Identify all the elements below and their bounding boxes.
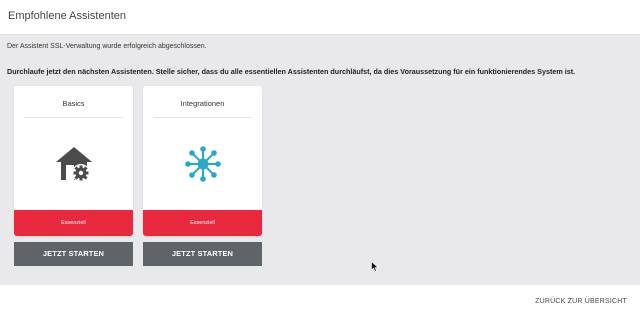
page-header: Empfohlene Assistenten (0, 0, 640, 35)
card-title: Basics (62, 99, 85, 108)
essential-badge: Essenziell (143, 210, 262, 236)
page-title: Empfohlene Assistenten (8, 10, 127, 22)
essential-badge: Essenziell (14, 210, 133, 236)
assistant-card-basics: Basics Essenziell (14, 86, 133, 236)
house-gear-icon (55, 147, 92, 182)
mouse-cursor-icon (371, 261, 379, 272)
assistant-panel: Der Assistent SSL-Verwaltung wurde erfol… (0, 35, 640, 285)
back-to-overview-button[interactable]: ZURÜCK ZUR ÜBERSICHT (535, 298, 627, 305)
assistant-card-integrationen: Integrationen Essenziell (143, 86, 262, 236)
card-title: Integrationen (180, 99, 225, 108)
network-hub-icon (184, 146, 221, 182)
instruction-text: Durchlaufe jetzt den nächsten Assistente… (7, 67, 576, 76)
start-basics-button[interactable]: JETZT STARTEN (14, 242, 133, 266)
card-divider (153, 117, 252, 118)
success-message: Der Assistent SSL-Verwaltung wurde erfol… (7, 43, 207, 50)
card-divider (24, 117, 123, 118)
start-integrationen-button[interactable]: JETZT STARTEN (143, 242, 262, 266)
